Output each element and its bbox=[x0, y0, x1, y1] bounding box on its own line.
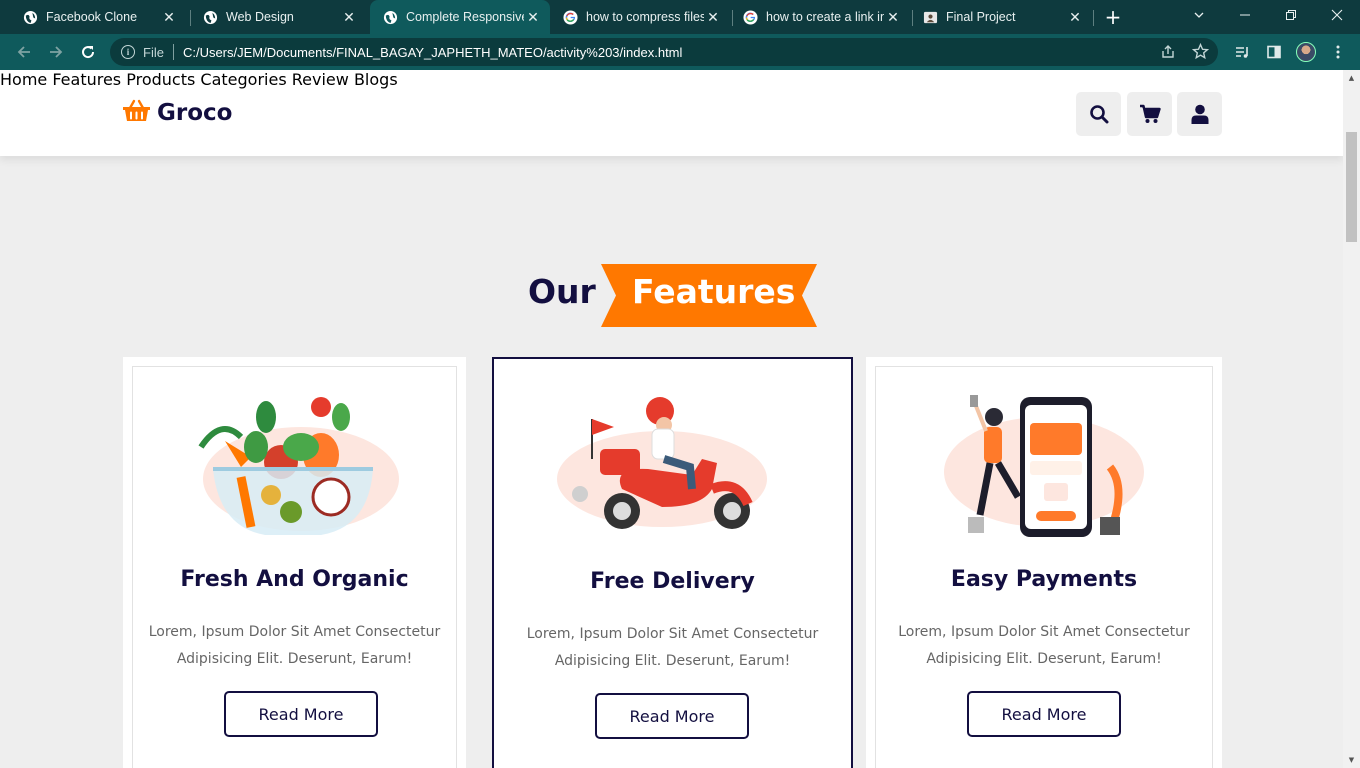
browser-tab-web-design[interactable]: Web Design ✕ bbox=[180, 0, 366, 34]
cart-button[interactable] bbox=[1127, 92, 1172, 136]
card-title: Free Delivery bbox=[590, 569, 755, 594]
search-button[interactable] bbox=[1076, 92, 1121, 136]
tab-title: Final Project bbox=[946, 10, 1016, 24]
feature-card-easy-payments: Easy Payments Lorem, Ipsum Dolor Sit Ame… bbox=[866, 357, 1222, 768]
nav-home[interactable]: Home bbox=[0, 70, 47, 89]
card-title: Fresh And Organic bbox=[180, 567, 409, 592]
feature-card-fresh-organic: Fresh And Organic Lorem, Ipsum Dolor Sit… bbox=[123, 357, 466, 768]
logo-text: Groco bbox=[157, 100, 233, 126]
cart-icon bbox=[1139, 104, 1161, 123]
back-button[interactable] bbox=[12, 40, 36, 64]
tab-title: Web Design bbox=[226, 10, 294, 24]
arrow-right-icon bbox=[50, 46, 63, 58]
scrollbar-thumb[interactable] bbox=[1346, 132, 1357, 242]
close-window-button[interactable] bbox=[1314, 0, 1360, 30]
google-icon bbox=[562, 9, 578, 25]
nav-features[interactable]: Features bbox=[52, 70, 121, 89]
browser-tab-facebook-clone[interactable]: Facebook Clone ✕ bbox=[0, 0, 186, 34]
read-more-button[interactable]: Read More bbox=[595, 693, 749, 739]
main-nav: Home Features Products Categories Review… bbox=[0, 70, 1343, 89]
arrow-left-icon bbox=[17, 46, 30, 58]
close-tab-icon[interactable]: ✕ bbox=[160, 8, 178, 26]
nav-products[interactable]: Products bbox=[126, 70, 195, 89]
web-page: Groco Home Features Products Categories … bbox=[0, 70, 1343, 768]
tab-title: Complete Responsive bbox=[406, 10, 524, 24]
close-tab-icon[interactable]: ✕ bbox=[1066, 8, 1084, 26]
user-button[interactable] bbox=[1177, 92, 1222, 136]
card-description: Lorem, Ipsum Dolor Sit Amet Consectetur … bbox=[898, 624, 1190, 667]
globe-icon bbox=[382, 9, 398, 25]
site-logo[interactable]: Groco bbox=[122, 99, 232, 127]
nav-categories[interactable]: Categories bbox=[200, 70, 286, 89]
vegetable-bowl-illustration bbox=[198, 397, 399, 535]
nav-blogs[interactable]: Blogs bbox=[354, 70, 398, 89]
card-description: Lorem, Ipsum Dolor Sit Amet Consectetur … bbox=[148, 624, 441, 667]
card-description: Lorem, Ipsum Dolor Sit Amet Consectetur … bbox=[526, 626, 819, 669]
profile-avatar[interactable] bbox=[1296, 42, 1316, 62]
side-panel-icon bbox=[1267, 45, 1281, 59]
address-divider bbox=[172, 44, 174, 60]
close-tab-icon[interactable]: ✕ bbox=[524, 8, 542, 26]
menu-button[interactable] bbox=[1326, 40, 1350, 64]
address-scheme: File bbox=[143, 44, 164, 60]
user-icon bbox=[1191, 104, 1208, 124]
scroll-down-arrow[interactable]: ▼ bbox=[1346, 756, 1357, 766]
features-heading: Our Features bbox=[0, 264, 1343, 328]
reading-list-button[interactable] bbox=[1230, 40, 1254, 64]
nav-review[interactable]: Review bbox=[292, 70, 349, 89]
browser-tab-final-project[interactable]: Final Project ✕ bbox=[912, 0, 1092, 34]
tab-title: Facebook Clone bbox=[46, 10, 138, 24]
tab-search-button[interactable] bbox=[1176, 0, 1222, 30]
tab-title: how to compress files bbox=[586, 10, 704, 24]
heading-features: Features bbox=[632, 272, 796, 311]
search-icon bbox=[1089, 105, 1108, 124]
restore-button[interactable] bbox=[1268, 0, 1314, 30]
side-panel-button[interactable] bbox=[1262, 40, 1286, 64]
browser-tab-compress-files[interactable]: how to compress files ✕ bbox=[552, 0, 730, 34]
chevron-down-icon bbox=[1194, 12, 1204, 18]
reload-button[interactable] bbox=[76, 40, 100, 64]
globe-icon bbox=[202, 9, 218, 25]
close-tab-icon[interactable]: ✕ bbox=[704, 8, 722, 26]
browser-tab-complete-responsive[interactable]: Complete Responsive ✕ bbox=[370, 0, 550, 34]
scooter-delivery-illustration bbox=[557, 397, 767, 529]
google-icon bbox=[742, 9, 758, 25]
read-more-button[interactable]: Read More bbox=[224, 691, 378, 737]
close-tab-icon[interactable]: ✕ bbox=[340, 8, 358, 26]
tab-divider bbox=[1093, 10, 1094, 26]
minimize-button[interactable] bbox=[1222, 0, 1268, 30]
document-icon bbox=[922, 9, 938, 25]
bookmark-star-icon[interactable] bbox=[1191, 42, 1210, 64]
phone-payment-illustration bbox=[944, 395, 1144, 537]
browser-tab-strip: Facebook Clone ✕ Web Design ✕ Complete R… bbox=[0, 0, 1360, 34]
card-title: Easy Payments bbox=[950, 567, 1138, 592]
close-tab-icon[interactable]: ✕ bbox=[884, 8, 902, 26]
tab-title: how to create a link in bbox=[766, 10, 884, 24]
site-header: Groco Home Features Products Categories … bbox=[0, 70, 1343, 156]
shopping-basket-icon bbox=[122, 99, 151, 127]
scroll-up-arrow[interactable]: ▲ bbox=[1346, 74, 1357, 84]
globe-icon bbox=[22, 9, 38, 25]
address-bar[interactable]: i File C:/Users/JEM/Documents/FINAL_BAGA… bbox=[110, 38, 1218, 66]
minimize-icon bbox=[1240, 14, 1250, 16]
playlist-icon bbox=[1236, 47, 1248, 58]
reload-icon bbox=[82, 46, 95, 59]
forward-button[interactable] bbox=[44, 40, 68, 64]
kebab-menu-icon bbox=[1336, 45, 1340, 59]
browser-toolbar: i File C:/Users/JEM/Documents/FINAL_BAGA… bbox=[0, 34, 1360, 70]
heading-our: Our bbox=[528, 272, 596, 311]
new-tab-button[interactable]: + bbox=[1101, 5, 1125, 29]
address-url[interactable]: C:/Users/JEM/Documents/FINAL_BAGAY_JAPHE… bbox=[183, 45, 682, 60]
close-icon bbox=[1331, 9, 1343, 21]
share-icon[interactable] bbox=[1160, 44, 1176, 64]
info-icon[interactable]: i bbox=[121, 45, 135, 59]
browser-tab-create-link[interactable]: how to create a link in ✕ bbox=[732, 0, 910, 34]
feature-card-free-delivery: Free Delivery Lorem, Ipsum Dolor Sit Ame… bbox=[492, 357, 853, 768]
restore-icon bbox=[1286, 10, 1296, 20]
read-more-button[interactable]: Read More bbox=[967, 691, 1121, 737]
